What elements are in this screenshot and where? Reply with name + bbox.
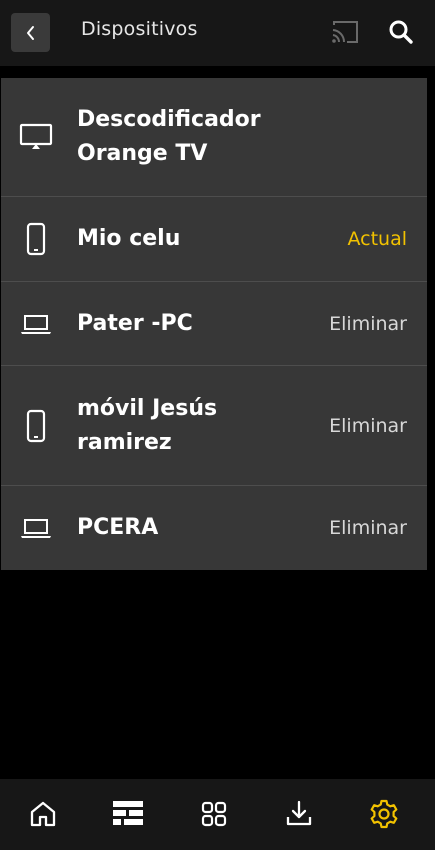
nav-downloads[interactable]: [282, 797, 316, 831]
remove-device-button[interactable]: Eliminar: [329, 415, 407, 437]
grid-icon: [201, 801, 227, 827]
chevron-left-icon: [26, 25, 34, 40]
remove-device-button[interactable]: Eliminar: [329, 313, 407, 335]
device-name: Descodificador Orange TV: [77, 107, 261, 166]
page-title: Dispositivos: [81, 18, 198, 40]
smartphone-icon: [26, 222, 46, 256]
settings-icon: [370, 799, 398, 829]
device-row-mio-celu[interactable]: Mio celu Actual: [1, 197, 427, 282]
nav-home[interactable]: [26, 797, 60, 831]
laptop-icon: [21, 314, 51, 334]
laptop-icon: [21, 519, 51, 538]
cast-icon[interactable]: [330, 19, 360, 45]
nav-categories[interactable]: [197, 797, 231, 831]
tv-icon: [19, 123, 53, 149]
device-row-tv[interactable]: Descodificador Orange TV: [1, 78, 427, 197]
current-device-label: Actual: [347, 228, 407, 250]
app-root: Dispositivos Descodificador Orange TV Mi…: [0, 0, 435, 850]
search-icon[interactable]: [386, 17, 416, 47]
nav-guide[interactable]: [111, 797, 145, 831]
device-name: Pater -PC: [77, 310, 193, 336]
guide-icon: [113, 801, 143, 825]
remove-device-button[interactable]: Eliminar: [329, 517, 407, 539]
device-row-pcera[interactable]: PCERA Eliminar: [1, 486, 427, 570]
top-bar: Dispositivos: [0, 0, 435, 66]
home-icon: [30, 801, 56, 827]
device-name: móvil Jesús ramirez: [77, 395, 218, 455]
nav-settings[interactable]: [367, 797, 401, 831]
download-icon: [286, 800, 312, 826]
smartphone-icon: [26, 409, 46, 442]
device-list: Descodificador Orange TV Mio celu Actual…: [1, 78, 427, 570]
device-name: Mio celu: [77, 226, 181, 251]
device-name: PCERA: [77, 515, 159, 540]
device-row-pater-pc[interactable]: Pater -PC Eliminar: [1, 282, 427, 366]
bottom-navigation: [0, 779, 435, 850]
device-row-movil-jesus[interactable]: móvil Jesús ramirez Eliminar: [1, 366, 427, 486]
back-button[interactable]: [11, 13, 50, 52]
